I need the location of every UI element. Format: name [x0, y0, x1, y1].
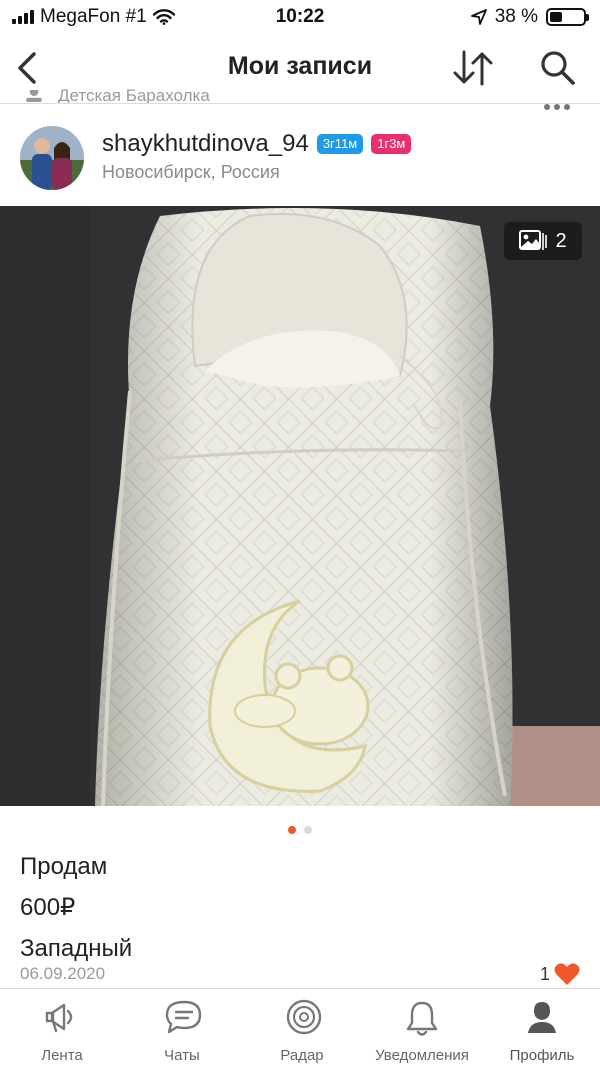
- post-date: 06.09.2020: [20, 964, 106, 983]
- child-age-badge: 1г3м: [371, 134, 412, 154]
- sort-button[interactable]: [450, 48, 496, 88]
- page-dot[interactable]: [304, 826, 312, 834]
- chat-bubble-icon: [165, 1000, 202, 1034]
- battery-icon: [546, 8, 589, 26]
- search-icon: [541, 51, 575, 85]
- divider: [0, 103, 600, 104]
- status-bar: MegaFon #1 10:22 38 %: [0, 0, 600, 36]
- sleeping-bag-image: [0, 206, 600, 806]
- user-location: Новосибирск, Россия: [102, 162, 280, 182]
- more-dot-icon: [544, 104, 550, 110]
- profile-icon: [528, 1002, 556, 1033]
- more-dot-icon: [554, 104, 560, 110]
- tab-bar: Лента Чаты Радар Уведомления Профиль: [0, 988, 600, 1066]
- page-title: Мои записи: [227, 52, 373, 80]
- heart-icon: [554, 963, 580, 985]
- tab-label: Чаты: [164, 1047, 200, 1064]
- search-button[interactable]: [538, 48, 578, 88]
- tab-chats[interactable]: Чаты: [122, 989, 242, 1066]
- photo-counter-badge: 2: [504, 222, 582, 260]
- photo-page-indicator: [0, 826, 600, 834]
- previous-post-peek: Детская Барахолка: [0, 86, 600, 104]
- tab-profile[interactable]: Профиль: [482, 989, 600, 1066]
- child-age-badge: 3г11м: [316, 134, 364, 154]
- page-dot-active[interactable]: [288, 826, 296, 834]
- more-dot-icon: [564, 104, 570, 110]
- username[interactable]: shaykhutdinova_94: [102, 130, 309, 158]
- post-header: shaykhutdinova_94 3г11м 1г3м Новосибирск…: [0, 120, 600, 200]
- post-text-line: Западный: [20, 935, 133, 962]
- location-arrow-icon: [470, 9, 487, 25]
- status-right: 38 %: [470, 6, 589, 28]
- like-button[interactable]: 1: [540, 962, 580, 986]
- megaphone-icon: [45, 1003, 73, 1033]
- username-row: shaykhutdinova_94 3г11м 1г3м: [102, 130, 412, 158]
- tab-notifications[interactable]: Уведомления: [362, 989, 482, 1066]
- like-count: 1: [539, 963, 550, 984]
- post-text-line: Продам: [20, 853, 108, 880]
- tab-label: Профиль: [509, 1047, 575, 1064]
- tab-radar[interactable]: Радар: [242, 989, 362, 1066]
- avatar[interactable]: [20, 126, 84, 190]
- more-options-button[interactable]: [544, 104, 570, 110]
- previous-post-community: Детская Барахолка: [58, 86, 210, 104]
- bell-icon: [406, 1001, 438, 1036]
- avatar-photo: [20, 126, 84, 190]
- radar-icon: [286, 999, 322, 1035]
- sort-arrows-icon: [453, 50, 493, 86]
- battery-percent: 38 %: [494, 6, 538, 27]
- user-icon: [26, 90, 42, 102]
- gallery-icon: [519, 230, 548, 250]
- tab-label: Уведомления: [375, 1047, 469, 1064]
- photo-count: 2: [555, 229, 567, 252]
- tab-label: Радар: [280, 1047, 324, 1064]
- post-text-line: 600₽: [20, 894, 76, 921]
- tab-feed[interactable]: Лента: [2, 989, 122, 1066]
- post-photo[interactable]: [0, 206, 600, 806]
- post-body: Продам 600₽ Западный: [20, 846, 580, 969]
